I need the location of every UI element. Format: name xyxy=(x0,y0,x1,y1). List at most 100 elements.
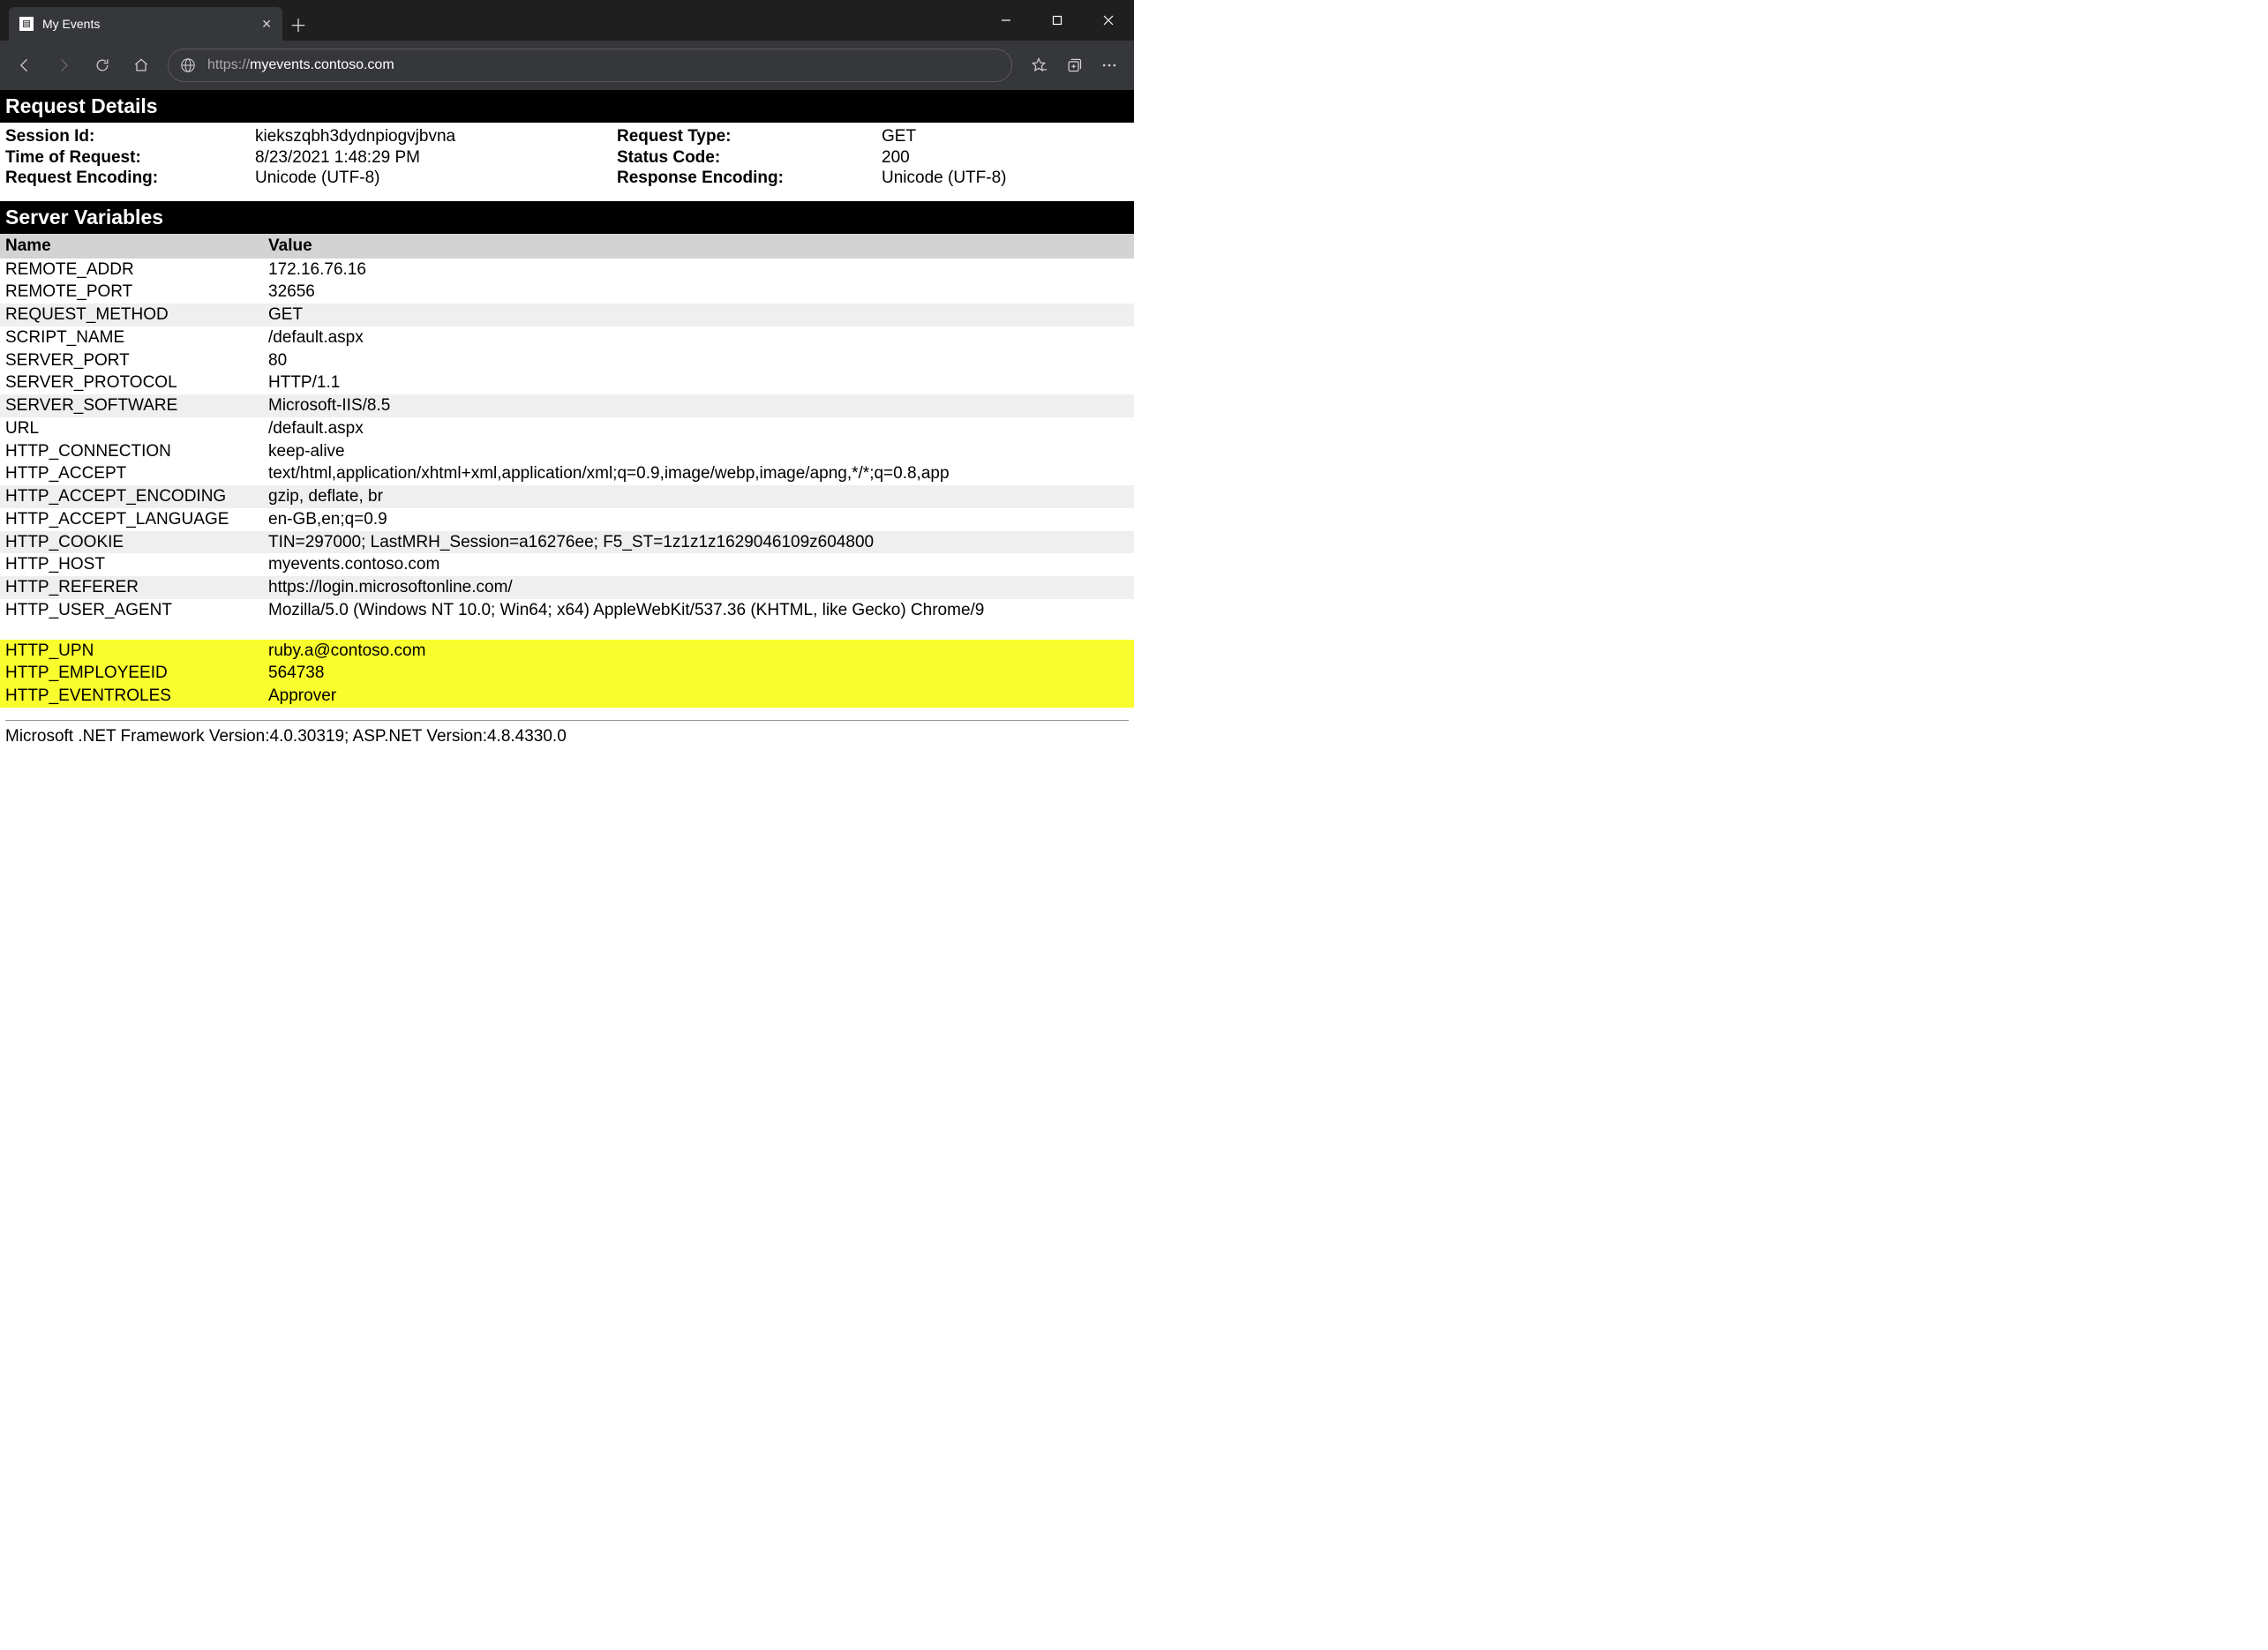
var-name: HTTP_HOST xyxy=(0,553,263,576)
table-row: HTTP_USER_AGENTMozilla/5.0 (Windows NT 1… xyxy=(0,599,1134,622)
browser-toolbar: https://myevents.contoso.com xyxy=(0,41,1134,90)
table-row: HTTP_CONNECTIONkeep-alive xyxy=(0,440,1134,463)
table-row: HTTP_REFERERhttps://login.microsoftonlin… xyxy=(0,576,1134,599)
var-name: SERVER_PORT xyxy=(0,349,263,372)
var-value: 32656 xyxy=(263,281,1134,304)
var-name: HTTP_CONNECTION xyxy=(0,440,263,463)
request-type-value: GET xyxy=(882,126,1129,147)
table-row: HTTP_ACCEPT_ENCODINGgzip, deflate, br xyxy=(0,485,1134,508)
collections-button[interactable] xyxy=(1056,48,1092,83)
var-value: 80 xyxy=(263,349,1134,372)
favorites-button[interactable] xyxy=(1021,48,1056,83)
var-name: SERVER_PROTOCOL xyxy=(0,371,263,394)
table-row: URL/default.aspx xyxy=(0,417,1134,440)
table-row: SERVER_PORT80 xyxy=(0,349,1134,372)
tab-close-button[interactable]: ✕ xyxy=(261,17,272,32)
var-name: HTTP_REFERER xyxy=(0,576,263,599)
var-value: HTTP/1.1 xyxy=(263,371,1134,394)
var-value: https://login.microsoftonline.com/ xyxy=(263,576,1134,599)
window-controls xyxy=(980,0,1134,41)
table-row-highlighted: HTTP_UPNruby.a@contoso.com xyxy=(0,640,1134,663)
var-value: Microsoft-IIS/8.5 xyxy=(263,394,1134,417)
url-text: https://myevents.contoso.com xyxy=(207,57,394,73)
maximize-button[interactable] xyxy=(1032,0,1083,41)
var-value: GET xyxy=(263,304,1134,326)
var-name: URL xyxy=(0,417,263,440)
var-value: Mozilla/5.0 (Windows NT 10.0; Win64; x64… xyxy=(263,599,1134,622)
var-name: REQUEST_METHOD xyxy=(0,304,263,326)
table-row: HTTP_ACCEPTtext/html,application/xhtml+x… xyxy=(0,462,1134,485)
var-value: text/html,application/xhtml+xml,applicat… xyxy=(263,462,1134,485)
close-window-button[interactable] xyxy=(1083,0,1134,41)
var-name: HTTP_COOKIE xyxy=(0,531,263,554)
var-value: myevents.contoso.com xyxy=(263,553,1134,576)
var-name: REMOTE_PORT xyxy=(0,281,263,304)
table-row: HTTP_ACCEPT_LANGUAGEen-GB,en;q=0.9 xyxy=(0,508,1134,531)
back-button[interactable] xyxy=(7,48,42,83)
request-details-grid: Session Id: kiekszqbh3dydnpiogvjbvna Req… xyxy=(0,123,1134,201)
page-favicon xyxy=(19,17,34,31)
request-encoding-label: Request Encoding: xyxy=(5,168,255,189)
time-of-request-label: Time of Request: xyxy=(5,147,255,169)
var-name: HTTP_UPN xyxy=(0,640,263,663)
var-value: en-GB,en;q=0.9 xyxy=(263,508,1134,531)
table-row: HTTP_COOKIETIN=297000; LastMRH_Session=a… xyxy=(0,531,1134,554)
refresh-button[interactable] xyxy=(85,48,120,83)
address-bar[interactable]: https://myevents.contoso.com xyxy=(168,49,1012,82)
table-row: REMOTE_PORT32656 xyxy=(0,281,1134,304)
url-host: myevents.contoso.com xyxy=(250,57,394,72)
page-content: Request Details Session Id: kiekszqbh3dy… xyxy=(0,90,1134,756)
browser-tab[interactable]: My Events ✕ xyxy=(9,7,282,41)
site-info-icon[interactable] xyxy=(179,56,197,74)
var-name: SERVER_SOFTWARE xyxy=(0,394,263,417)
var-value: /default.aspx xyxy=(263,417,1134,440)
table-row: SERVER_SOFTWAREMicrosoft-IIS/8.5 xyxy=(0,394,1134,417)
table-row: REQUEST_METHODGET xyxy=(0,304,1134,326)
home-button[interactable] xyxy=(124,48,159,83)
session-id-value: kiekszqbh3dydnpiogvjbvna xyxy=(255,126,617,147)
var-value: 172.16.76.16 xyxy=(263,259,1134,281)
request-encoding-value: Unicode (UTF-8) xyxy=(255,168,617,189)
tab-strip: My Events ✕ ＋ xyxy=(0,0,314,41)
new-tab-button[interactable]: ＋ xyxy=(282,7,314,41)
url-protocol: https:// xyxy=(207,57,250,72)
table-row: REMOTE_ADDR172.16.76.16 xyxy=(0,259,1134,281)
table-row: SERVER_PROTOCOLHTTP/1.1 xyxy=(0,371,1134,394)
var-name: HTTP_EVENTROLES xyxy=(0,685,263,708)
var-value: Approver xyxy=(263,685,1134,708)
window-title-bar: My Events ✕ ＋ xyxy=(0,0,1134,41)
vars-col-value: Value xyxy=(263,234,1134,259)
table-row-highlighted: HTTP_EVENTROLESApprover xyxy=(0,685,1134,708)
var-value: /default.aspx xyxy=(263,326,1134,349)
var-name: HTTP_ACCEPT_ENCODING xyxy=(0,485,263,508)
table-row: HTTP_HOSTmyevents.contoso.com xyxy=(0,553,1134,576)
status-code-value: 200 xyxy=(882,147,1129,169)
var-name: SCRIPT_NAME xyxy=(0,326,263,349)
var-value: keep-alive xyxy=(263,440,1134,463)
var-value: TIN=297000; LastMRH_Session=a16276ee; F5… xyxy=(263,531,1134,554)
footer-divider xyxy=(5,720,1129,721)
response-encoding-value: Unicode (UTF-8) xyxy=(882,168,1129,189)
var-name: REMOTE_ADDR xyxy=(0,259,263,281)
minimize-button[interactable] xyxy=(980,0,1032,41)
var-value: 564738 xyxy=(263,662,1134,685)
forward-button[interactable] xyxy=(46,48,81,83)
table-row-highlighted: HTTP_EMPLOYEEID564738 xyxy=(0,662,1134,685)
status-code-label: Status Code: xyxy=(617,147,882,169)
server-variables-header: Server Variables xyxy=(0,201,1134,234)
response-encoding-label: Response Encoding: xyxy=(617,168,882,189)
vars-col-name: Name xyxy=(0,234,263,259)
settings-menu-button[interactable] xyxy=(1092,48,1127,83)
table-row: SCRIPT_NAME/default.aspx xyxy=(0,326,1134,349)
tab-title: My Events xyxy=(42,17,261,31)
server-variables-table: Name Value REMOTE_ADDR172.16.76.16REMOTE… xyxy=(0,234,1134,708)
var-name: HTTP_ACCEPT xyxy=(0,462,263,485)
var-name: HTTP_EMPLOYEEID xyxy=(0,662,263,685)
var-value: ruby.a@contoso.com xyxy=(263,640,1134,663)
framework-version-text: Microsoft .NET Framework Version:4.0.303… xyxy=(0,726,1134,756)
request-details-header: Request Details xyxy=(0,90,1134,123)
request-type-label: Request Type: xyxy=(617,126,882,147)
session-id-label: Session Id: xyxy=(5,126,255,147)
var-value: gzip, deflate, br xyxy=(263,485,1134,508)
time-of-request-value: 8/23/2021 1:48:29 PM xyxy=(255,147,617,169)
